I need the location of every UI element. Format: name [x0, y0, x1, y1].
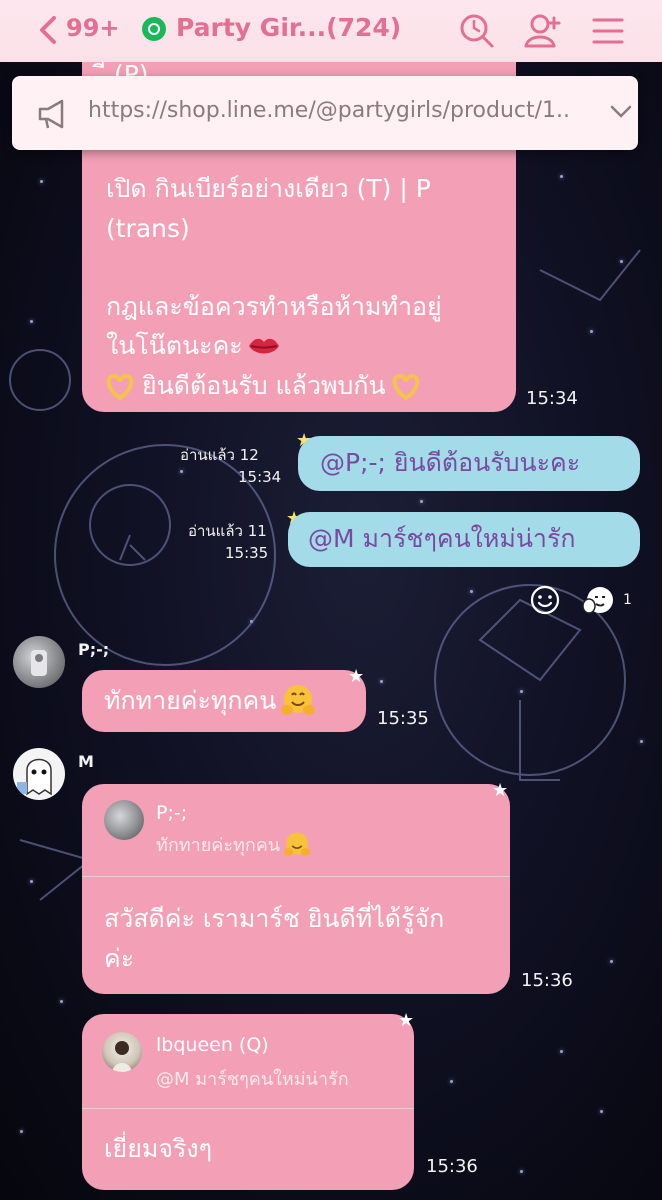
message-bubble-outgoing[interactable]: @P;-; ยินดีต้อนรับนะคะ [298, 436, 640, 491]
reply-quote-text: @M มาร์ชๆคนใหม่น่ารัก [156, 1069, 349, 1090]
reply-avatar [102, 1032, 142, 1072]
message-time: 15:35 [377, 708, 429, 729]
message-text: ทักทายค่ะทุกคน [104, 686, 277, 715]
message-time: 15:36 [426, 1156, 478, 1177]
message-line: สวัสดีค่ะ เรามาร์ช ยินดีที่ได้รู้จัก [104, 904, 445, 933]
reaction-emoji-icon[interactable] [582, 584, 616, 616]
message-line: ค่ะ [104, 944, 135, 973]
search-icon[interactable] [458, 12, 496, 50]
message-line: ยินดีต้อนรับ แล้วพบกัน [142, 371, 386, 400]
message-bubble-outgoing[interactable]: @M มาร์ชๆคนใหม่น่ารัก [288, 512, 640, 567]
reply-avatar [104, 800, 144, 840]
hugging-face-icon [283, 832, 311, 856]
reply-divider [82, 1108, 414, 1109]
sender-name: M [78, 752, 94, 771]
message-text: เยี่ยมจริงๆ [104, 1134, 213, 1163]
reply-sender-name: lbqueen (Q) [156, 1034, 269, 1056]
reaction-count: 1 [623, 592, 632, 608]
group-chat-icon [142, 17, 166, 41]
message-text: มาร์ชๆคนใหม่น่ารัก [354, 524, 576, 553]
message-time: 15:34 [238, 468, 282, 486]
sparkle-icon: ★ [348, 666, 365, 687]
avatar-p[interactable] [13, 636, 65, 688]
message-line: (trans) [106, 214, 190, 243]
megaphone-icon [38, 99, 64, 129]
avatar-m[interactable] [13, 748, 65, 800]
message-line: ในโน๊ตนะคะ [106, 331, 243, 360]
announcement-bar[interactable]: https://shop.line.me/@partygirls/product… [12, 76, 638, 150]
message-line: เปิด กินเบียร์อย่างเดียว (T) | P [106, 174, 431, 203]
sender-name: P;-; [78, 640, 110, 659]
reply-quote-text: ทักทายค่ะทุกคน [156, 835, 281, 856]
back-arrow-icon[interactable] [34, 14, 64, 46]
message-bubble-reply[interactable]: P;-; ทักทายค่ะทุกคน สวัสดีค่ะ เรามาร์ช ย… [82, 784, 510, 994]
add-reaction-icon[interactable] [529, 584, 561, 616]
read-receipt: อ่านแล้ว 12 [180, 446, 259, 464]
read-receipt: อ่านแล้ว 11 [188, 522, 267, 540]
reply-divider [82, 876, 510, 877]
heart-hands-icon [106, 373, 134, 400]
sparkle-icon: ★ [398, 1010, 415, 1031]
announcement-url[interactable]: https://shop.line.me/@partygirls/product… [88, 98, 568, 123]
message-text: ยินดีต้อนรับนะคะ [385, 448, 581, 477]
hugging-face-icon [281, 685, 316, 715]
lips-icon [248, 338, 279, 354]
chat-header: 99+ Party Gir...(724) [0, 0, 662, 62]
room-title[interactable]: Party Gir...(724) [176, 13, 401, 42]
sparkle-icon: ★ [492, 780, 509, 801]
unread-count-badge[interactable]: 99+ [66, 14, 120, 42]
message-time: 15:35 [225, 544, 269, 562]
heart-hands-icon [392, 373, 419, 400]
mention-link[interactable]: @M [308, 524, 355, 553]
message-line: กฎและข้อควรทำหรือห้ามทำอยู่ [106, 292, 442, 321]
reply-sender-name: P;-; [156, 802, 188, 824]
add-friend-icon[interactable] [524, 12, 562, 50]
mention-link[interactable]: @P;-; [320, 448, 386, 477]
chevron-down-icon[interactable] [610, 104, 632, 120]
message-time: 15:36 [521, 970, 573, 991]
message-bubble-reply[interactable]: lbqueen (Q) @M มาร์ชๆคนใหม่น่ารัก เยี่ยม… [82, 1014, 414, 1190]
menu-icon[interactable] [590, 12, 628, 50]
message-time: 15:34 [526, 388, 578, 409]
message-bubble-incoming[interactable]: ทักทายค่ะทุกคน [82, 670, 366, 732]
